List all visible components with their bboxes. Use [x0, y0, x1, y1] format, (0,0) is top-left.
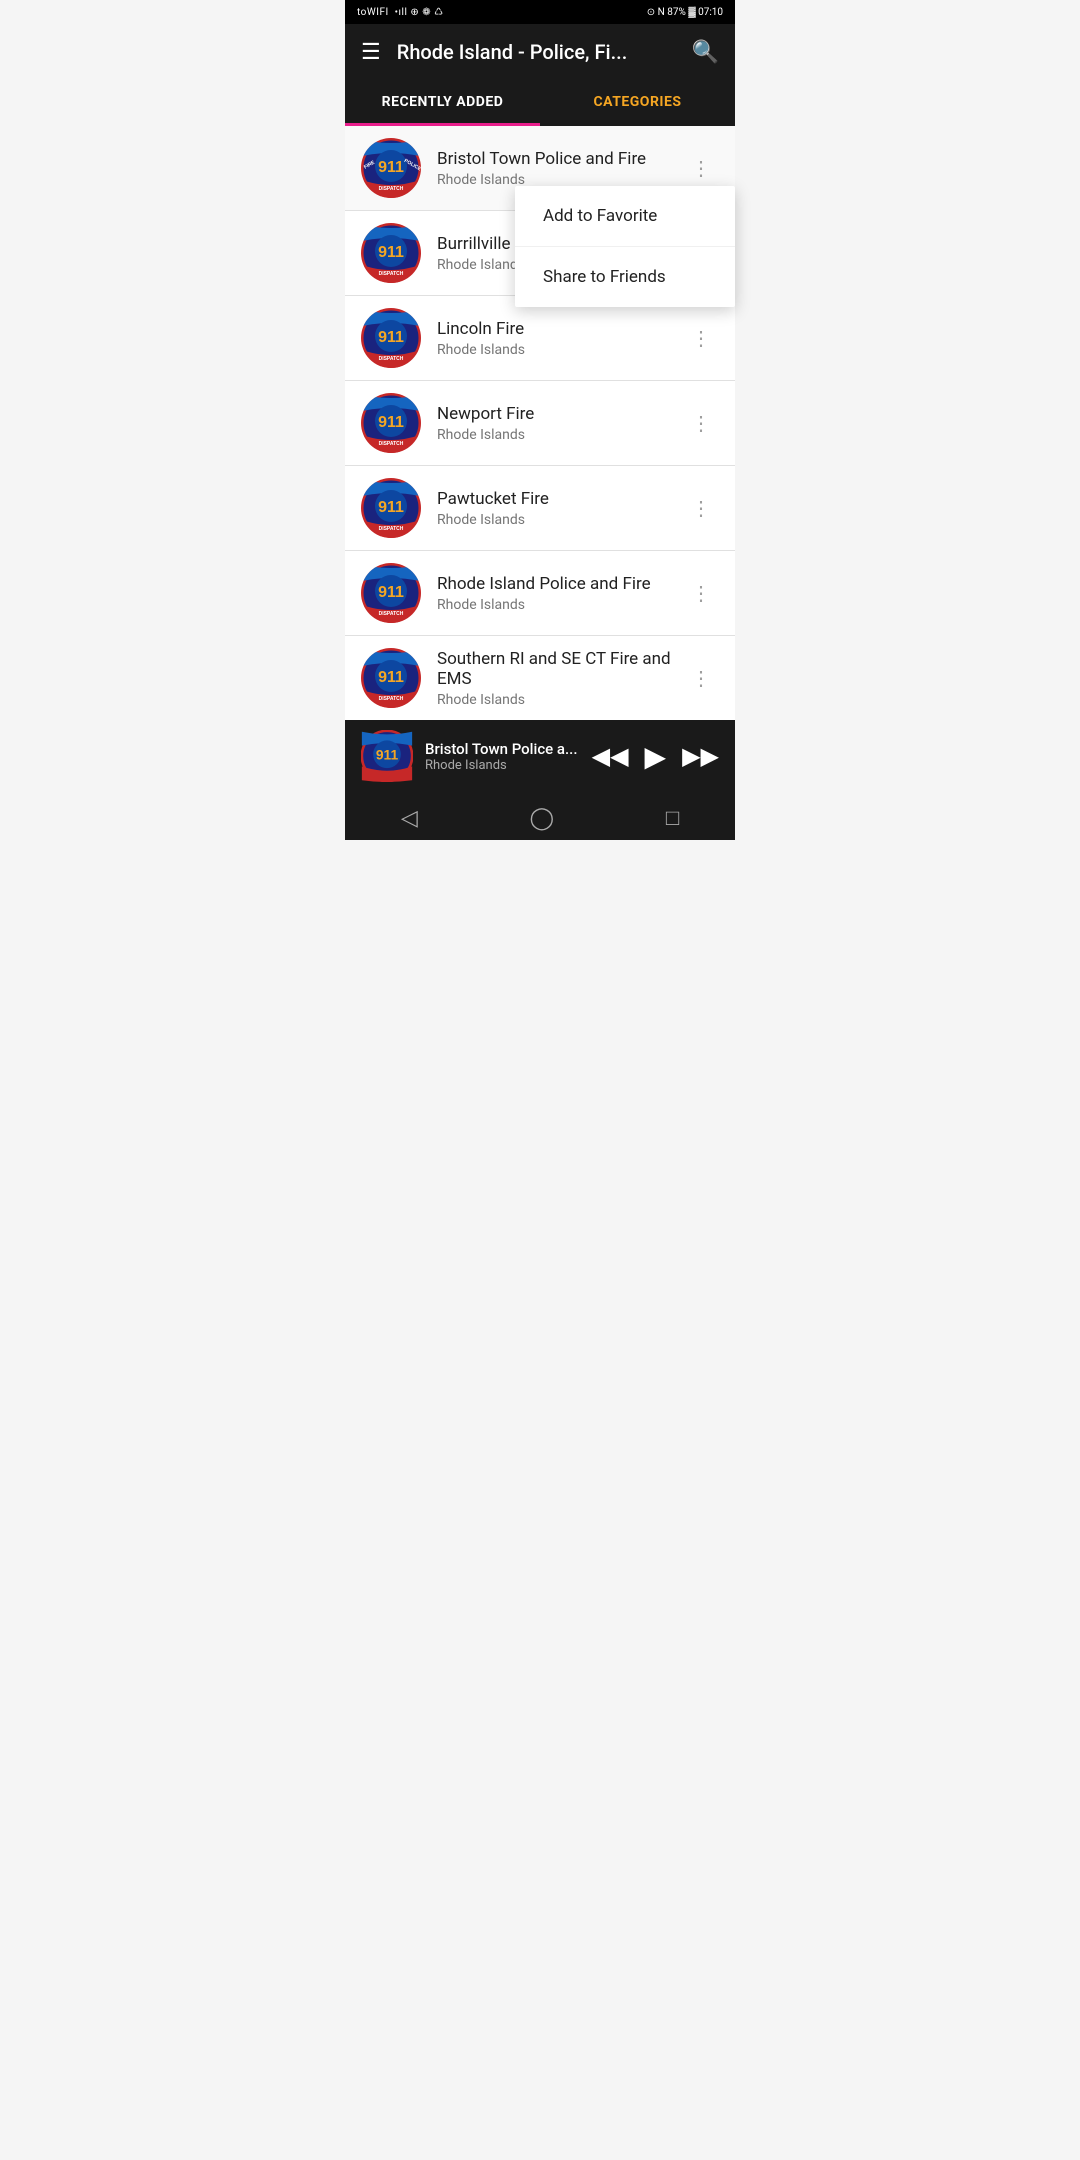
- tab-recently-added[interactable]: RECENTLY ADDED: [345, 80, 540, 124]
- list-item-title-2: Lincoln Fire: [437, 319, 683, 339]
- list-container: 911 DISPATCH FIRE POLICE Bristol Town Po…: [345, 126, 735, 720]
- app-bar: ☰ Rhode Island - Police, Fi... 🔍: [345, 24, 735, 80]
- player-controls: ◀◀ ▶ ▶▶: [592, 740, 719, 773]
- list-item[interactable]: 911 DISPATCH Southern RI and SE CT Fire …: [345, 636, 735, 720]
- player-play-button[interactable]: ▶: [645, 740, 667, 773]
- svg-text:DISPATCH: DISPATCH: [379, 696, 404, 702]
- list-item-subtitle-6: Rhode Islands: [437, 692, 683, 708]
- list-item-text-6: Southern RI and SE CT Fire and EMS Rhode…: [437, 649, 683, 708]
- list-item-text-3: Newport Fire Rhode Islands: [437, 404, 683, 443]
- list-item-subtitle-4: Rhode Islands: [437, 512, 683, 528]
- svg-text:911: 911: [378, 329, 404, 346]
- tab-categories[interactable]: CATEGORIES: [540, 80, 735, 124]
- svg-text:911: 911: [378, 414, 404, 431]
- svg-text:DISPATCH: DISPATCH: [379, 441, 404, 447]
- svg-text:DISPATCH: DISPATCH: [379, 186, 404, 192]
- list-item-text-5: Rhode Island Police and Fire Rhode Islan…: [437, 574, 683, 613]
- player-subtitle: Rhode Islands: [425, 758, 592, 773]
- status-left-text: toWIFI •ıll ⊕ ❁ ♺: [357, 7, 444, 18]
- list-item-text-4: Pawtucket Fire Rhode Islands: [437, 489, 683, 528]
- more-options-icon-4[interactable]: ⋮: [683, 488, 719, 528]
- more-options-icon-0[interactable]: ⋮: [683, 148, 719, 188]
- nav-home-button[interactable]: ◯: [530, 806, 555, 831]
- station-icon-1: 911 DISPATCH: [361, 223, 421, 283]
- list-item[interactable]: 911 DISPATCH FIRE POLICE Bristol Town Po…: [345, 126, 735, 211]
- search-icon[interactable]: 🔍: [692, 40, 719, 65]
- list-item[interactable]: 911 DISPATCH Newport Fire Rhode Islands …: [345, 381, 735, 466]
- list-item-subtitle-5: Rhode Islands: [437, 597, 683, 613]
- status-bar: toWIFI •ıll ⊕ ❁ ♺ ⊙ N 87% ▓ 07:10: [345, 0, 735, 24]
- svg-text:911: 911: [376, 746, 399, 762]
- tab-bar: RECENTLY ADDED CATEGORIES: [345, 80, 735, 126]
- more-options-icon-2[interactable]: ⋮: [683, 318, 719, 358]
- player-info: Bristol Town Police a... Rhode Islands: [425, 740, 592, 773]
- player-next-button[interactable]: ▶▶: [682, 742, 719, 770]
- player-station-icon: 911: [361, 730, 413, 782]
- list-item-title-6: Southern RI and SE CT Fire and EMS: [437, 649, 683, 689]
- svg-text:911: 911: [378, 584, 404, 601]
- player-prev-button[interactable]: ◀◀: [592, 742, 629, 770]
- list-item-title-4: Pawtucket Fire: [437, 489, 683, 509]
- svg-text:911: 911: [378, 159, 404, 176]
- svg-text:911: 911: [378, 499, 404, 516]
- menu-icon[interactable]: ☰: [361, 40, 381, 65]
- app-title: Rhode Island - Police, Fi...: [397, 40, 692, 64]
- list-item[interactable]: 911 DISPATCH Lincoln Fire Rhode Islands …: [345, 296, 735, 381]
- nav-back-button[interactable]: ◁: [401, 806, 418, 831]
- status-right-text: ⊙ N 87% ▓ 07:10: [647, 7, 723, 18]
- station-icon-3: 911 DISPATCH: [361, 393, 421, 453]
- list-item-text-2: Lincoln Fire Rhode Islands: [437, 319, 683, 358]
- svg-text:DISPATCH: DISPATCH: [379, 611, 404, 617]
- more-options-icon-6[interactable]: ⋮: [683, 658, 719, 698]
- station-icon-6: 911 DISPATCH: [361, 648, 421, 708]
- status-left: toWIFI •ıll ⊕ ❁ ♺: [357, 7, 444, 18]
- context-menu: Add to Favorite Share to Friends: [515, 186, 735, 307]
- more-options-icon-3[interactable]: ⋮: [683, 403, 719, 443]
- station-icon-5: 911 DISPATCH: [361, 563, 421, 623]
- list-item-text-0: Bristol Town Police and Fire Rhode Islan…: [437, 149, 683, 188]
- svg-text:911: 911: [378, 669, 404, 686]
- status-right: ⊙ N 87% ▓ 07:10: [647, 7, 723, 18]
- nav-recent-button[interactable]: □: [666, 805, 679, 831]
- player-bar: 911 Bristol Town Police a... Rhode Islan…: [345, 720, 735, 792]
- station-icon-0: 911 DISPATCH FIRE POLICE: [361, 138, 421, 198]
- list-item-subtitle-2: Rhode Islands: [437, 342, 683, 358]
- svg-text:DISPATCH: DISPATCH: [379, 271, 404, 277]
- context-menu-share-friends[interactable]: Share to Friends: [515, 247, 735, 307]
- list-item-title-5: Rhode Island Police and Fire: [437, 574, 683, 594]
- list-item[interactable]: 911 DISPATCH Rhode Island Police and Fir…: [345, 551, 735, 636]
- station-icon-4: 911 DISPATCH: [361, 478, 421, 538]
- context-menu-add-favorite[interactable]: Add to Favorite: [515, 186, 735, 247]
- svg-text:911: 911: [378, 244, 404, 261]
- player-title: Bristol Town Police a...: [425, 740, 592, 758]
- nav-bar: ◁ ◯ □: [345, 792, 735, 840]
- more-options-icon-5[interactable]: ⋮: [683, 573, 719, 613]
- svg-text:DISPATCH: DISPATCH: [379, 356, 404, 362]
- list-item-subtitle-3: Rhode Islands: [437, 427, 683, 443]
- svg-text:DISPATCH: DISPATCH: [379, 526, 404, 532]
- station-icon-2: 911 DISPATCH: [361, 308, 421, 368]
- list-item-title-3: Newport Fire: [437, 404, 683, 424]
- list-item-title-0: Bristol Town Police and Fire: [437, 149, 683, 169]
- list-item[interactable]: 911 DISPATCH Pawtucket Fire Rhode Island…: [345, 466, 735, 551]
